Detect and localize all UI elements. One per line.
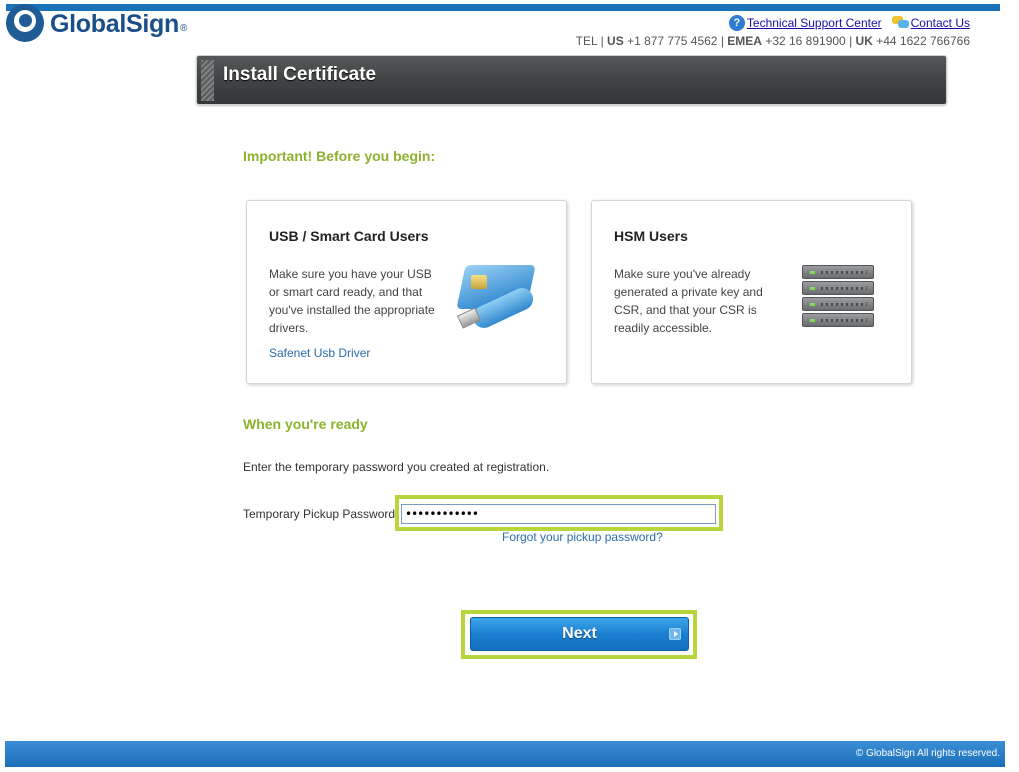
contact-us-link[interactable]: Contact Us <box>911 16 970 30</box>
footer-bar: © GlobalSign All rights reserved. <box>5 741 1005 767</box>
emea-number: +32 16 891900 <box>765 34 846 48</box>
usb-smart-card-icon <box>456 263 541 333</box>
globalsign-eye-logo-icon <box>6 4 44 42</box>
phone-numbers: TEL | US +1 877 775 4562 | EMEA +32 16 8… <box>576 34 970 48</box>
uk-label: UK <box>855 34 873 48</box>
hsm-card-description: Make sure you've already generated a pri… <box>614 267 763 335</box>
next-button[interactable]: Next <box>470 617 689 651</box>
hsm-server-icon <box>802 265 874 333</box>
before-begin-heading: Important! Before you begin: <box>243 148 436 164</box>
temporary-pickup-password-input[interactable] <box>401 504 716 524</box>
copyright-text: © GlobalSign All rights reserved. <box>855 748 1000 759</box>
hsm-panel: HSM Users Make sure you've already gener… <box>591 200 912 384</box>
logo-text: GlobalSign <box>50 9 179 38</box>
usb-card-title: USB / Smart Card Users <box>269 228 429 244</box>
hsm-card-title: HSM Users <box>614 228 688 244</box>
us-label: US <box>607 34 624 48</box>
header-links: ? Technical Support Center Contact Us <box>728 15 970 31</box>
technical-support-link[interactable]: Technical Support Center <box>747 16 882 30</box>
safenet-driver-link[interactable]: Safenet Usb Driver <box>269 346 370 360</box>
tel-label: TEL <box>575 34 598 48</box>
globalsign-logo[interactable]: GlobalSign ® <box>6 4 188 42</box>
page-title: Install Certificate <box>223 64 377 85</box>
ready-heading: When you're ready <box>243 416 368 432</box>
next-button-label: Next <box>562 625 597 642</box>
usb-smart-card-panel: USB / Smart Card Users Make sure you hav… <box>246 200 567 384</box>
help-question-icon[interactable]: ? <box>728 15 745 31</box>
registered-mark: ® <box>179 22 188 34</box>
page-title-bar: Install Certificate <box>196 55 947 105</box>
separator: | <box>849 34 853 48</box>
forgot-password-link[interactable]: Forgot your pickup password? <box>502 530 663 544</box>
emea-label: EMEA <box>727 34 762 48</box>
usb-card-description: Make sure you have your USB or smart car… <box>269 267 435 335</box>
password-instructions: Enter the temporary password you created… <box>243 460 550 474</box>
us-number: +1 877 775 4562 <box>627 34 718 48</box>
arrow-right-icon <box>669 628 681 640</box>
uk-number: +44 1622 766766 <box>876 34 970 48</box>
password-label: Temporary Pickup Password <box>243 507 396 521</box>
title-stripe-decoration <box>201 60 214 101</box>
chat-bubbles-icon[interactable] <box>891 16 910 30</box>
separator: | <box>600 34 604 48</box>
separator: | <box>720 34 724 48</box>
